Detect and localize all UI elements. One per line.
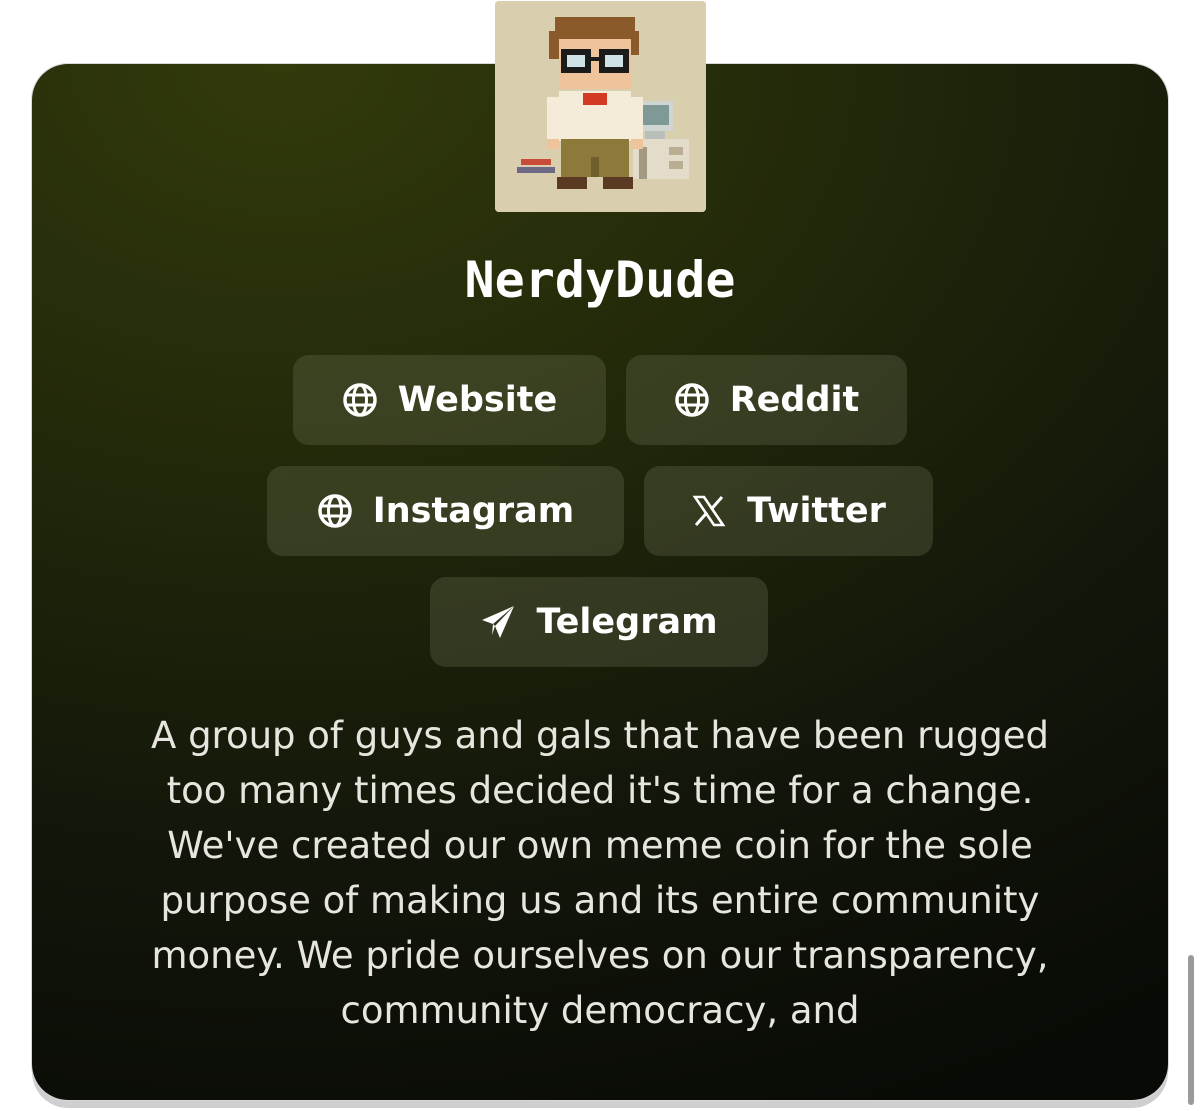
telegram-link-label: Telegram (536, 602, 718, 642)
reddit-link-label: Reddit (729, 380, 860, 420)
x-logo-icon (691, 493, 727, 529)
scrollbar[interactable] (1188, 955, 1194, 1105)
website-link-button[interactable]: Website (293, 355, 606, 445)
globe-icon (674, 382, 710, 418)
reddit-link-button[interactable]: Reddit (626, 355, 907, 445)
instagram-link-button[interactable]: Instagram (267, 466, 624, 556)
avatar-image (495, 1, 706, 212)
page: NerdyDude Website Reddit Instagram Twitt… (0, 0, 1200, 1111)
profile-name: NerdyDude (464, 251, 736, 309)
telegram-link-button[interactable]: Telegram (430, 577, 768, 667)
profile-description: A group of guys and gals that have been … (151, 714, 1049, 1032)
instagram-link-label: Instagram (372, 491, 575, 531)
avatar (495, 1, 706, 212)
globe-icon (317, 493, 353, 529)
paper-plane-icon (480, 604, 516, 640)
twitter-link-button[interactable]: Twitter (644, 466, 933, 556)
globe-icon (342, 382, 378, 418)
twitter-link-label: Twitter (747, 491, 886, 531)
website-link-label: Website (397, 380, 558, 420)
